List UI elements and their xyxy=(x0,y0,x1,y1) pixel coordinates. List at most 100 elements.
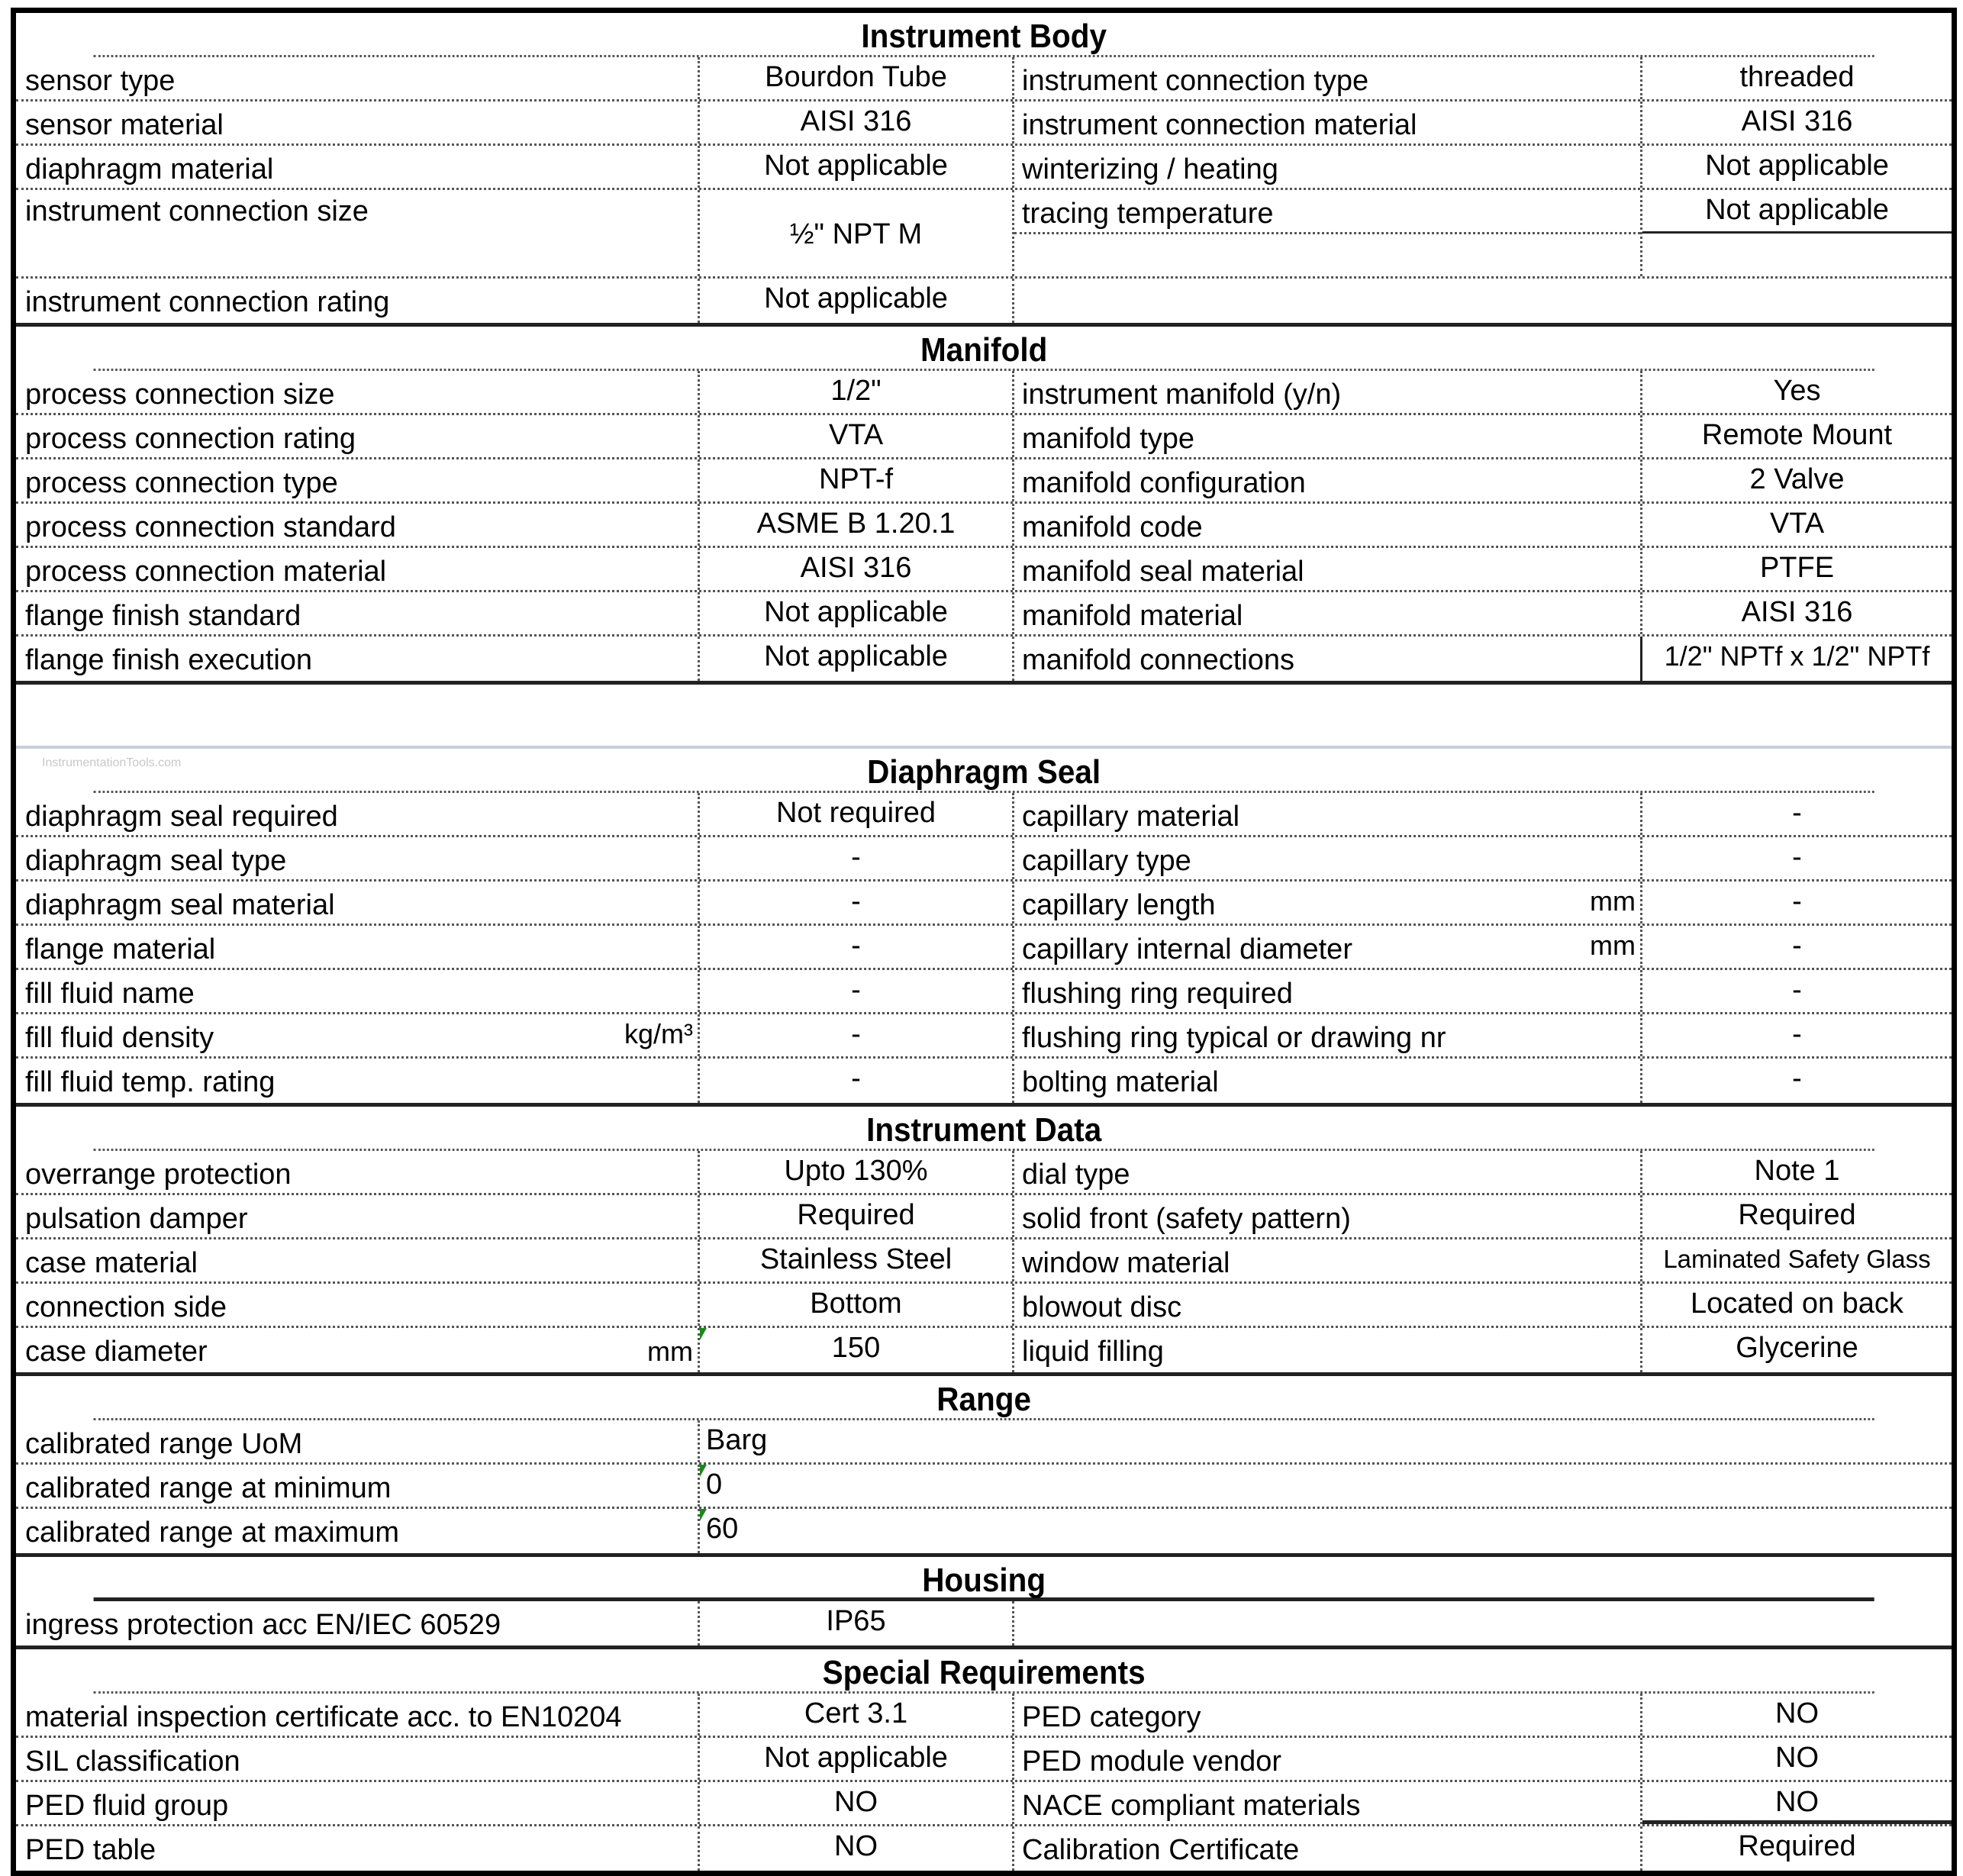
field-value[interactable]: Not required xyxy=(700,793,1014,835)
field-value[interactable]: Not applicable xyxy=(1642,146,1952,188)
field-value[interactable]: ½" NPT M xyxy=(700,190,1014,276)
label-text: fill fluid temp. rating xyxy=(25,1066,276,1098)
field-value[interactable]: Stainless Steel xyxy=(700,1239,1014,1281)
field-value[interactable]: - xyxy=(1642,1059,1952,1103)
field-value[interactable]: - xyxy=(1642,882,1952,923)
field-value[interactable]: Required xyxy=(1642,1826,1952,1871)
field-label: process connection standard xyxy=(16,504,700,546)
field-value[interactable]: Located on back xyxy=(1642,1284,1952,1326)
field-value[interactable]: AISI 316 xyxy=(1642,592,1952,634)
field-value[interactable]: PTFE xyxy=(1642,548,1952,590)
field-label: process connection material xyxy=(16,548,700,590)
section-title: Special Requirements xyxy=(93,1649,1874,1694)
field-value[interactable]: NO xyxy=(1642,1694,1952,1736)
label-text: flange material xyxy=(25,933,216,965)
field-value[interactable]: 60 xyxy=(700,1509,1952,1553)
field-value[interactable]: IP65 xyxy=(700,1601,1014,1646)
field-value[interactable]: - xyxy=(700,926,1014,968)
section-title: Housing xyxy=(93,1557,1874,1601)
field-label: connection side xyxy=(16,1284,700,1326)
field-label: PED module vendor xyxy=(1014,1738,1642,1780)
field-value[interactable]: - xyxy=(1642,970,1952,1012)
field-value[interactable]: - xyxy=(700,1059,1014,1103)
section-instrument-data: Instrument Data overrange protection Upt… xyxy=(16,1103,1952,1372)
field-value[interactable]: Yes xyxy=(1642,371,1952,413)
field-value[interactable]: - xyxy=(700,1014,1014,1056)
table-row: sensor type Bourdon Tube instrument conn… xyxy=(16,57,1952,102)
field-value[interactable]: threaded xyxy=(1642,57,1952,99)
field-label: capillary type xyxy=(1014,837,1642,879)
section-title: Manifold xyxy=(93,327,1874,371)
field-value[interactable]: ASME B 1.20.1 xyxy=(700,504,1014,546)
field-label: instrument connection material xyxy=(1014,102,1642,143)
field-value[interactable]: AISI 316 xyxy=(1642,102,1952,143)
field-label: calibrated range UoM xyxy=(16,1420,700,1462)
field-value[interactable]: - xyxy=(1642,837,1952,879)
field-label: case material xyxy=(16,1239,700,1281)
table-row: fill fluid temp. rating - bolting materi… xyxy=(16,1059,1952,1103)
field-value[interactable]: - xyxy=(700,970,1014,1012)
field-value[interactable]: Not applicable xyxy=(700,279,1014,323)
field-label: calibrated range at minimum xyxy=(16,1465,700,1507)
table-row: PED fluid group NO NACE compliant materi… xyxy=(16,1782,1952,1826)
field-value[interactable]: Upto 130% xyxy=(700,1151,1014,1193)
field-label: overrange protection xyxy=(16,1151,700,1193)
field-value[interactable]: Barg xyxy=(700,1420,1952,1462)
field-value[interactable]: 2 Valve xyxy=(1642,459,1952,501)
field-value[interactable]: VTA xyxy=(1642,504,1952,546)
field-value[interactable]: Cert 3.1 xyxy=(700,1694,1014,1736)
section-title: Instrument Data xyxy=(93,1107,1874,1151)
empty-cell xyxy=(1642,234,1952,276)
field-value[interactable]: NO xyxy=(1642,1738,1952,1780)
field-value[interactable]: - xyxy=(700,837,1014,879)
field-value[interactable]: - xyxy=(700,882,1014,923)
field-label: manifold seal material xyxy=(1014,548,1642,590)
field-value[interactable]: Not applicable xyxy=(700,592,1014,634)
field-value[interactable]: 1/2" NPTf x 1/2" NPTf xyxy=(1642,637,1952,681)
field-value[interactable]: NO xyxy=(700,1826,1014,1871)
label-text: capillary material xyxy=(1022,801,1240,833)
field-value[interactable]: Note 1 xyxy=(1642,1151,1952,1193)
field-value[interactable]: - xyxy=(1642,793,1952,835)
field-value[interactable]: - xyxy=(1642,926,1952,968)
field-value[interactable]: AISI 316 xyxy=(700,102,1014,143)
field-value[interactable]: NO xyxy=(1642,1782,1952,1824)
field-value[interactable]: Not applicable xyxy=(700,1738,1014,1780)
field-value[interactable]: VTA xyxy=(700,415,1014,457)
field-label: manifold type xyxy=(1014,415,1642,457)
field-label: fill fluid temp. rating xyxy=(16,1059,700,1103)
field-value[interactable]: Bourdon Tube xyxy=(700,57,1014,99)
field-label: flange material xyxy=(16,926,700,968)
field-value[interactable]: Remote Mount xyxy=(1642,415,1952,457)
field-value[interactable]: AISI 316 xyxy=(700,548,1014,590)
field-value[interactable]: - xyxy=(1642,1014,1952,1056)
field-label: Calibration Certificate xyxy=(1014,1826,1642,1871)
field-value[interactable]: Not applicable xyxy=(700,146,1014,188)
field-label: process connection type xyxy=(16,459,700,501)
field-value[interactable]: Glycerine xyxy=(1642,1328,1952,1372)
table-row: overrange protection Upto 130% dial type… xyxy=(16,1151,1952,1195)
field-label: sensor type xyxy=(16,57,700,99)
table-row: material inspection certificate acc. to … xyxy=(16,1694,1952,1738)
field-value[interactable]: Laminated Safety Glass xyxy=(1642,1239,1952,1281)
field-value[interactable]: NO xyxy=(700,1782,1014,1824)
table-row: process connection material AISI 316 man… xyxy=(16,548,1952,592)
table-row: calibrated range at maximum 60 xyxy=(16,1509,1952,1553)
comment-marker-icon[interactable] xyxy=(700,1328,707,1340)
comment-marker-icon[interactable] xyxy=(700,1509,707,1521)
field-value[interactable]: Required xyxy=(700,1195,1014,1237)
field-value[interactable]: Not applicable xyxy=(700,637,1014,681)
field-label: NACE compliant materials xyxy=(1014,1782,1642,1824)
field-value[interactable]: 0 xyxy=(700,1465,1952,1507)
field-value[interactable]: NPT-f xyxy=(700,459,1014,501)
field-value[interactable]: Required xyxy=(1642,1195,1952,1237)
value-text: 60 xyxy=(706,1513,739,1545)
field-value[interactable]: 1/2" xyxy=(700,371,1014,413)
field-value[interactable]: Not applicable xyxy=(1642,190,1952,234)
field-value[interactable]: 150 xyxy=(700,1328,1014,1372)
field-label: capillary material xyxy=(1014,793,1642,835)
comment-marker-icon[interactable] xyxy=(700,1465,707,1477)
field-label: capillary internal diameter mm xyxy=(1014,926,1642,968)
field-value[interactable]: Bottom xyxy=(700,1284,1014,1326)
field-label: process connection rating xyxy=(16,415,700,457)
